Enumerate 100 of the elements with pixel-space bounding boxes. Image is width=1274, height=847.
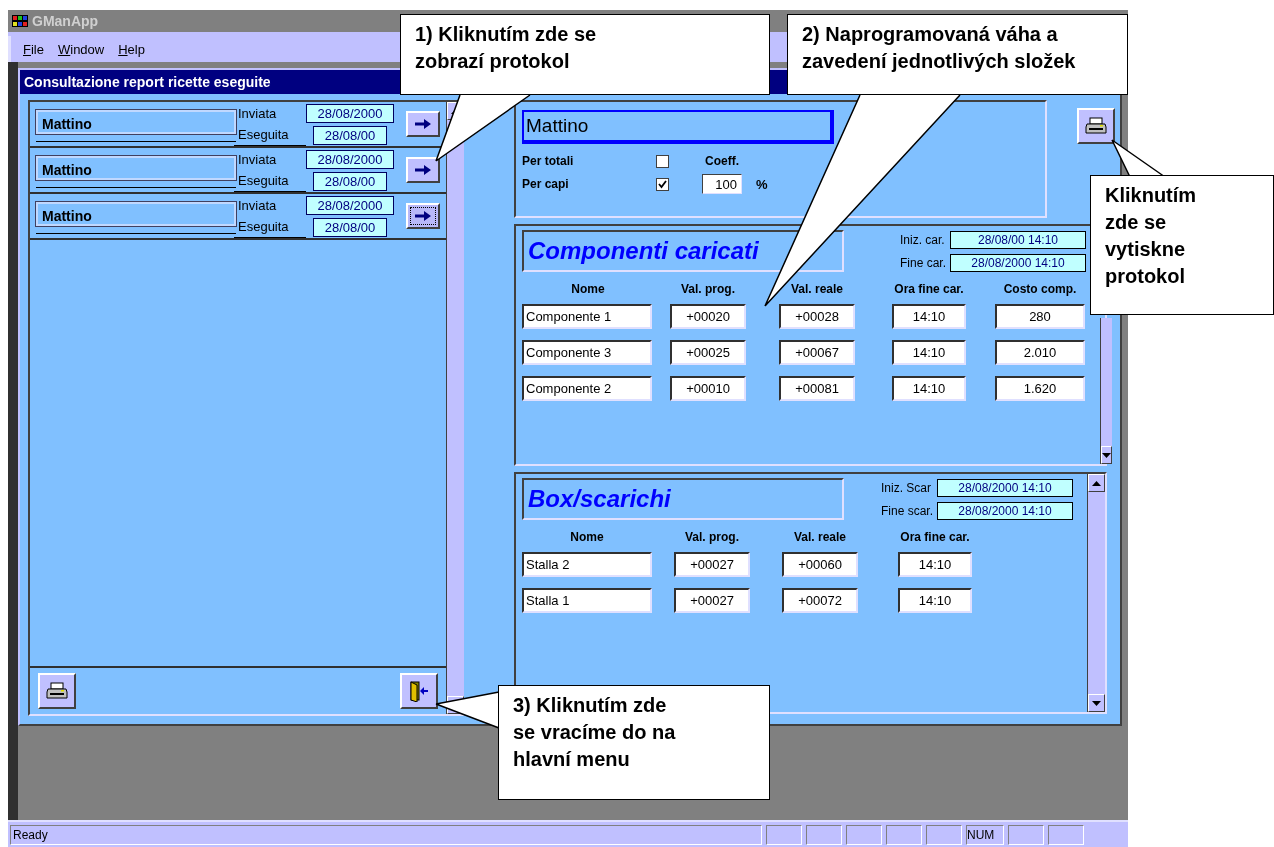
table-cell: Componente 3	[522, 340, 652, 365]
sent-date-field: 28/08/2000	[306, 103, 394, 123]
app-icon	[12, 15, 28, 27]
callout-note: 3) Kliknutím zde se vracíme do na hlavní menu	[498, 685, 770, 800]
column-header: Ora fine car.	[900, 530, 970, 544]
status-panel	[846, 824, 882, 845]
recipe-name-field: Mattino	[36, 202, 236, 226]
status-panel	[886, 824, 922, 845]
status-panel	[806, 824, 842, 845]
table-cell: +00025	[670, 340, 746, 365]
table-cell: 14:10	[898, 588, 972, 613]
table-cell: +00028	[779, 304, 855, 329]
print-button[interactable]	[1077, 108, 1115, 144]
sent-date-field: 28/08/2000	[306, 195, 394, 215]
num-lock-indicator: NUM	[966, 824, 1004, 845]
table-cell: Stalla 1	[522, 588, 652, 613]
print-button[interactable]	[38, 673, 76, 709]
start-time-label: Iniz. Scar	[880, 480, 932, 495]
scroll-down-button[interactable]	[1088, 694, 1105, 712]
callout-note: 2) Naprogramovaná váha a zavedení jednotlivých složek	[787, 14, 1128, 95]
start-time-field: 28/08/00 14:10	[950, 230, 1086, 249]
table-cell: 14:10	[892, 340, 966, 365]
table-cell: +00020	[670, 304, 746, 329]
open-report-button[interactable]	[406, 157, 440, 183]
end-time-label: Fine scar.	[880, 503, 933, 518]
status-panel	[766, 824, 802, 845]
up-caret-icon	[1092, 480, 1101, 486]
checkbox[interactable]	[656, 177, 669, 191]
table-cell: 14:10	[898, 552, 972, 577]
table-cell: +00067	[779, 340, 855, 365]
menu-item[interactable]: File	[23, 41, 44, 57]
down-caret-icon	[1092, 700, 1101, 706]
executed-date-field: 28/08/00	[313, 125, 387, 145]
column-header: Nome	[570, 530, 604, 544]
printer-icon	[1085, 117, 1107, 135]
door-exit-icon	[408, 680, 430, 702]
right-arrow-icon	[414, 210, 432, 222]
recipe-name-field: Mattino	[36, 110, 236, 134]
table-cell: +00010	[670, 376, 746, 401]
per-head-label: Per capi	[522, 177, 570, 191]
scroll-up-button[interactable]	[1088, 474, 1105, 492]
executed-label: Eseguita	[234, 169, 306, 192]
scroll-down-button[interactable]	[1101, 446, 1112, 464]
window-title: GManApp	[32, 13, 99, 29]
table-cell: +00027	[674, 552, 750, 577]
table-cell: +00081	[779, 376, 855, 401]
table-cell: +00027	[674, 588, 750, 613]
recipe-name-field: Mattino	[36, 156, 236, 180]
executed-label: Eseguita	[234, 123, 306, 146]
percent-label: %	[755, 176, 769, 192]
table-cell: +00072	[782, 588, 858, 613]
callout-pointer	[434, 690, 500, 730]
executed-date-field: 28/08/00	[313, 171, 387, 191]
sent-label: Inviata	[238, 104, 278, 123]
coefficient-label: Coeff.	[704, 154, 740, 168]
callout-note: Kliknutím zde se vytiskne protokol	[1090, 175, 1274, 315]
status-panel	[926, 824, 962, 845]
coefficient-field[interactable]: 100	[702, 174, 742, 194]
end-time-field: 28/08/2000 14:10	[950, 253, 1086, 272]
table-cell: 14:10	[892, 376, 966, 401]
table-cell: 280	[995, 304, 1085, 329]
table-cell: 1.620	[995, 376, 1085, 401]
section-title: Componenti caricati	[522, 230, 844, 272]
checkbox[interactable]	[656, 154, 669, 168]
column-header: Costo comp.	[1003, 282, 1077, 296]
column-header: Nome	[571, 282, 605, 296]
table-cell: 14:10	[892, 304, 966, 329]
table-cell: Componente 1	[522, 304, 652, 329]
column-header: Val. reale	[793, 530, 846, 544]
column-header: Val. prog.	[681, 282, 735, 296]
per-total-label: Per totali	[522, 154, 575, 168]
table-cell: Componente 2	[522, 376, 652, 401]
menu-item[interactable]: Help	[118, 41, 145, 57]
column-header: Ora fine car.	[894, 282, 964, 296]
table-cell: 2.010	[995, 340, 1085, 365]
executed-label: Eseguita	[234, 215, 306, 238]
status-panel	[1008, 824, 1044, 845]
section-title: Box/scarichi	[522, 478, 844, 520]
sent-label: Inviata	[238, 150, 278, 169]
sent-label: Inviata	[238, 196, 278, 215]
status-panel	[1048, 824, 1084, 845]
executed-date-field: 28/08/00	[313, 217, 387, 237]
table-cell: Stalla 2	[522, 552, 652, 577]
right-arrow-icon	[414, 118, 432, 130]
column-header: Val. prog.	[685, 530, 739, 544]
start-time-field: 28/08/2000 14:10	[937, 478, 1073, 497]
status-text: Ready	[10, 824, 762, 845]
column-header: Val. reale	[790, 282, 843, 296]
down-caret-icon	[1102, 452, 1111, 458]
table-cell: +00060	[782, 552, 858, 577]
sent-date-field: 28/08/2000	[306, 149, 394, 169]
end-time-label: Fine car.	[899, 255, 946, 270]
recipe-name-field: Mattino	[522, 110, 834, 144]
menu-item[interactable]: Window	[57, 41, 105, 57]
right-arrow-icon	[414, 164, 432, 176]
open-report-button[interactable]	[406, 203, 440, 229]
exit-button[interactable]	[400, 673, 438, 709]
end-time-field: 28/08/2000 14:10	[937, 501, 1073, 520]
open-report-button[interactable]	[406, 111, 440, 137]
start-time-label: Iniz. car.	[899, 232, 946, 247]
